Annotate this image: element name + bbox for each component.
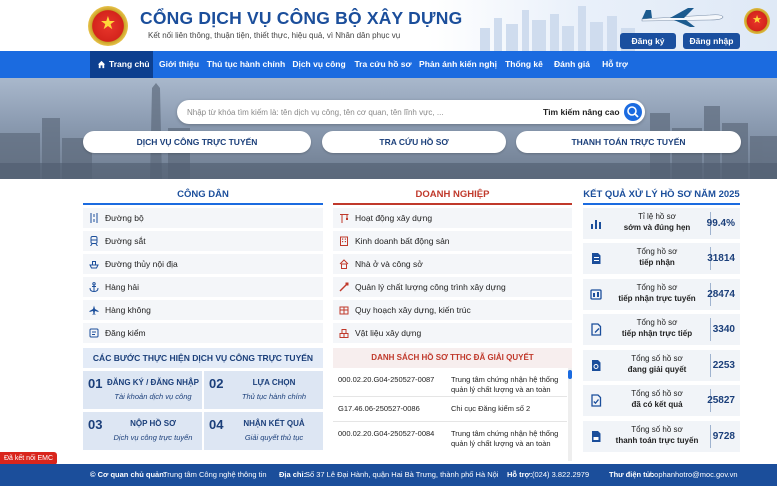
business-item-materials[interactable]: Vật liệu xây dựng (333, 323, 572, 343)
search-input[interactable] (187, 103, 527, 121)
footer-agency: Trung tâm Công nghệ thông tin (163, 470, 267, 479)
file-edit-icon (591, 323, 602, 336)
business-item-housing[interactable]: Nhà ở và công sở (333, 254, 572, 274)
train-icon (90, 236, 98, 246)
online-services-button[interactable]: DỊCH VỤ CÔNG TRỰC TUYẾN (83, 131, 311, 153)
step-submit[interactable]: 03 NỘP HỒ SƠ Dịch vụ công trực tuyến (83, 412, 202, 450)
citizen-item-railway[interactable]: Đường sắt (83, 231, 323, 251)
scrollbar-thumb[interactable] (568, 370, 572, 379)
step-choose[interactable]: 02 LỰA CHỌN Thủ tục hành chính (204, 371, 323, 409)
footer-email-label: Thư điện tử: (609, 470, 654, 479)
nav-statistics[interactable]: Thống kê (502, 51, 546, 78)
hero-banner: Tìm kiếm nâng cao DỊCH VỤ CÔNG TRỰC TUYẾ… (0, 78, 777, 179)
city-background-image (0, 83, 777, 179)
files-scrollbar[interactable] (568, 368, 572, 461)
citizen-item-registry[interactable]: Đăng kiểm (83, 323, 323, 343)
home-icon (97, 60, 106, 69)
stat-received: Tổng hồ sơ tiếp nhận 31814 (583, 243, 740, 274)
nav-home[interactable]: Trang chủ (90, 51, 153, 78)
online-payment-button[interactable]: THANH TOÁN TRỰC TUYẾN (516, 131, 741, 153)
search-bar: Tìm kiếm nâng cao (177, 100, 645, 124)
nav-public-services[interactable]: Dịch vụ công (290, 51, 348, 78)
table-row[interactable]: G17.46.06-250527-0086 Chi cục Đăng kiểm … (333, 398, 567, 422)
stat-received-online: Tổng hồ sơ tiếp nhận trực tuyến 28474 (583, 279, 740, 310)
nav-support[interactable]: Hỗ trợ (598, 51, 632, 78)
nav-lookup[interactable]: Tra cứu hồ sơ (352, 51, 414, 78)
citizen-underline (83, 203, 323, 205)
payment-icon (592, 431, 601, 442)
business-underline (333, 203, 572, 205)
stats-underline (583, 203, 740, 205)
resolved-files-title: DANH SÁCH HỒ SƠ TTHC ĐÃ GIẢI QUYẾT (333, 348, 572, 368)
airplane-image (641, 8, 724, 27)
citizen-item-road[interactable]: Đường bộ (83, 208, 323, 228)
business-item-construction[interactable]: Hoạt động xây dựng (333, 208, 572, 228)
business-title: DOANH NGHIỆP (415, 189, 490, 200)
building-icon (340, 236, 348, 246)
anchor-icon (89, 282, 99, 292)
steps-title: CÁC BƯỚC THỰC HIỆN DỊCH VỤ CÔNG TRỰC TUY… (83, 348, 323, 368)
processing-icon (592, 360, 601, 371)
table-row[interactable]: 000.02.20.G04-250527-0084 Trung tâm chứn… (333, 423, 567, 453)
search-icon (627, 106, 639, 118)
business-item-planning[interactable]: Quy hoạch xây dựng, kiến trúc (333, 300, 572, 320)
check-document-icon (591, 394, 602, 407)
nav-procedures[interactable]: Thủ tục hành chính (206, 51, 286, 78)
plane-icon (89, 305, 99, 315)
citizen-item-inland-waterway[interactable]: Đường thủy nội địa (83, 254, 323, 274)
stat-processing: Tổng số hồ sơ đang giải quyết 2253 (583, 350, 740, 381)
citizen-title: CÔNG DÂN (177, 189, 229, 200)
footer-address-label: Địa chỉ: (279, 470, 307, 479)
footer-phone-label: Hỗ trợ: (507, 470, 533, 479)
business-item-real-estate[interactable]: Kinh doanh bất động sản (333, 231, 572, 251)
footer-phone: (024) 3.822.2979 (532, 470, 590, 479)
site-header: ★ CỔNG DỊCH VỤ CÔNG BỘ XÂY DỰNG Kết nối … (0, 0, 777, 51)
search-button[interactable] (624, 103, 642, 121)
step-receive[interactable]: 04 NHẬN KẾT QUẢ Giải quyết thủ tục (204, 412, 323, 450)
crane-icon (340, 214, 349, 223)
bar-chart-icon (591, 220, 601, 229)
main-nav: Trang chủ Giới thiệu Thủ tục hành chính … (0, 51, 777, 78)
nav-feedback[interactable]: Phản ánh kiến nghị (418, 51, 498, 78)
footer-email[interactable]: bophanhotro@moc.gov.vn (650, 464, 738, 486)
stat-completed: Tổng số hồ sơ đã có kết quả 25827 (583, 385, 740, 416)
citizen-item-aviation[interactable]: Hàng không (83, 300, 323, 320)
citizen-item-maritime[interactable]: Hàng hải (83, 277, 323, 297)
footer-address: Số 37 Lê Đại Hành, quận Hai Bà Trưng, th… (305, 470, 499, 479)
stats-title: KẾT QUẢ XỬ LÝ HỒ SƠ NĂM 2025 (583, 189, 740, 200)
footer-agency-label: © Cơ quan chủ quản: (90, 470, 167, 479)
emblem-icon: ★ (744, 8, 770, 34)
site-footer: © Cơ quan chủ quản: Trung tâm Công nghệ … (0, 464, 777, 486)
nav-rating[interactable]: Đánh giá (550, 51, 594, 78)
register-button[interactable]: Đăng ký (620, 33, 676, 49)
lookup-file-button[interactable]: TRA CỨU HỒ SƠ (322, 131, 506, 153)
planning-icon (339, 306, 349, 315)
document-icon (592, 253, 601, 264)
advanced-search-link[interactable]: Tìm kiếm nâng cao (543, 100, 620, 124)
house-icon (339, 259, 349, 269)
road-icon (90, 213, 98, 223)
online-document-icon (590, 289, 602, 300)
stat-online-payment: Tổng số hồ sơ thanh toán trực tuyến 9728 (583, 421, 740, 452)
site-title: CỔNG DỊCH VỤ CÔNG BỘ XÂY DỰNG (140, 8, 463, 28)
nav-intro[interactable]: Giới thiệu (155, 51, 203, 78)
login-button[interactable]: Đăng nhập (683, 33, 740, 49)
step-register[interactable]: 01 ĐĂNG KÝ / ĐĂNG NHẬP Tài khoản dịch vụ… (83, 371, 202, 409)
quality-icon (339, 282, 349, 292)
inspection-icon (89, 328, 99, 338)
materials-icon (339, 329, 349, 338)
stat-received-direct: Tổng hồ sơ tiếp nhận trực tiếp 3340 (583, 314, 740, 345)
stat-on-time-rate: Tỉ lệ hồ sơ sớm và đúng hẹn 99.4% (583, 208, 740, 239)
table-row[interactable]: 000.02.20.G04-250527-0087 Trung tâm chứn… (333, 369, 567, 397)
site-subtitle: Kết nối liên thông, thuận tiện, thiết th… (148, 31, 401, 40)
boat-icon (89, 261, 99, 269)
business-item-quality[interactable]: Quản lý chất lượng công trình xây dựng (333, 277, 572, 297)
national-emblem: ★ (88, 6, 128, 46)
